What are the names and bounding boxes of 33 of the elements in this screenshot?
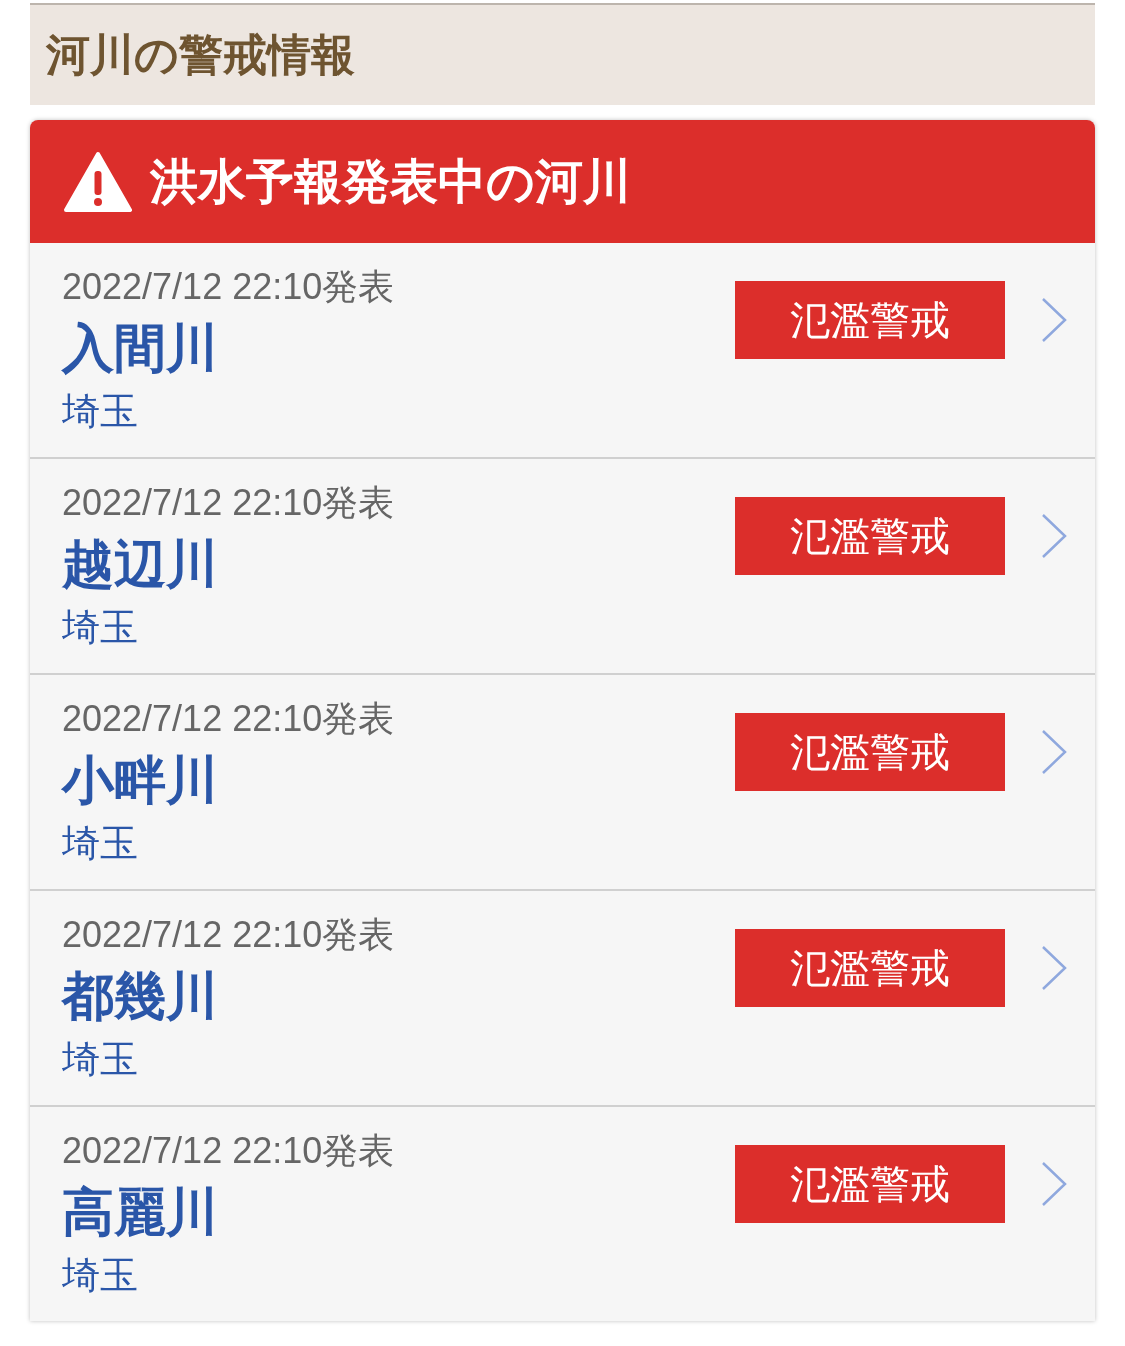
issued-time: 2022/7/12 22:10発表: [62, 481, 396, 525]
river-row[interactable]: 2022/7/12 22:10発表 都幾川 埼玉 氾濫警戒: [30, 891, 1095, 1107]
river-name: 小畔川: [62, 749, 219, 812]
chevron-icon[interactable]: [1041, 945, 1067, 991]
river-name: 高麗川: [62, 1181, 219, 1244]
warning-badge: 氾濫警戒: [735, 1145, 1005, 1223]
prefecture-label: 埼玉: [62, 604, 139, 651]
river-row[interactable]: 2022/7/12 22:10発表 小畔川 埼玉 氾濫警戒: [30, 675, 1095, 891]
warning-icon: [64, 150, 132, 213]
chevron-icon[interactable]: [1041, 729, 1067, 775]
section-title: 河川の警戒情報: [46, 27, 355, 82]
issued-time: 2022/7/12 22:10発表: [62, 265, 396, 309]
alert-title: 洪水予報発表中の河川: [150, 151, 631, 211]
chevron-icon[interactable]: [1041, 513, 1067, 559]
warning-badge: 氾濫警戒: [735, 281, 1005, 359]
issued-time: 2022/7/12 22:10発表: [62, 913, 396, 957]
prefecture-label: 埼玉: [62, 1252, 139, 1299]
river-name: 入間川: [62, 317, 219, 380]
warning-badge: 氾濫警戒: [735, 713, 1005, 791]
river-name: 越辺川: [62, 533, 219, 596]
river-row[interactable]: 2022/7/12 22:10発表 入間川 埼玉 氾濫警戒: [30, 243, 1095, 459]
river-row[interactable]: 2022/7/12 22:10発表 越辺川 埼玉 氾濫警戒: [30, 459, 1095, 675]
prefecture-label: 埼玉: [62, 1036, 139, 1083]
issued-time: 2022/7/12 22:10発表: [62, 697, 396, 741]
chevron-icon[interactable]: [1041, 297, 1067, 343]
river-name: 都幾川: [62, 965, 219, 1028]
prefecture-label: 埼玉: [62, 820, 139, 867]
warning-badge: 氾濫警戒: [735, 929, 1005, 1007]
issued-time: 2022/7/12 22:10発表: [62, 1129, 396, 1173]
river-row[interactable]: 2022/7/12 22:10発表 高麗川 埼玉 氾濫警戒: [30, 1107, 1095, 1321]
chevron-icon[interactable]: [1041, 1161, 1067, 1207]
warning-badge: 氾濫警戒: [735, 497, 1005, 575]
prefecture-label: 埼玉: [62, 388, 139, 435]
